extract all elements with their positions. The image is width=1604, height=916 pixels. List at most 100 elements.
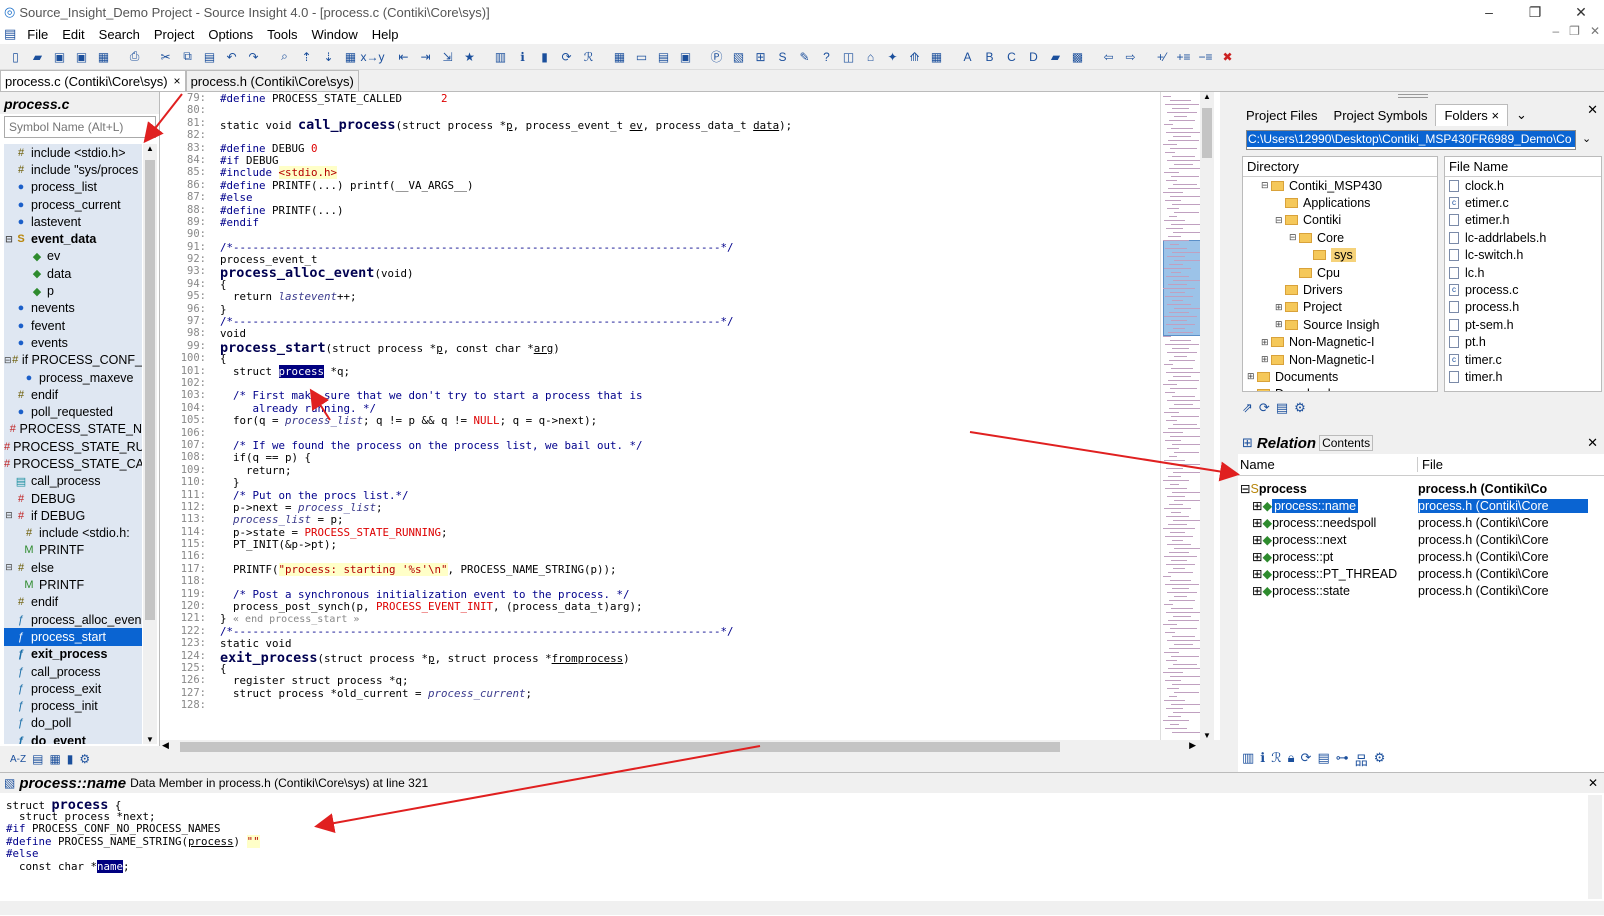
scroll-left-icon[interactable]: ◀ [162,740,169,751]
context-code[interactable]: struct process { struct process *next; #i… [6,797,260,873]
code-line[interactable]: exit_process(struct process *p, struct p… [220,650,1160,666]
code-line[interactable] [220,550,1160,562]
file-item[interactable]: process.h [1445,299,1601,316]
context-window-icon[interactable]: ▧ [729,47,748,66]
close-button[interactable]: ✕ [1558,0,1604,24]
save-icon[interactable]: ▣ [50,47,69,66]
call-graph-icon[interactable]: ⟰ [905,47,924,66]
symbol-list-item[interactable]: # include <stdio.h: [4,525,142,542]
expander-icon[interactable]: ⊟ [1240,481,1250,496]
symbol-list-item[interactable]: ● process_current [4,196,142,213]
expander-icon[interactable]: ⊞ [1275,319,1285,330]
file-item[interactable]: c process.c [1445,281,1601,298]
expander-icon[interactable]: ⊞ [1252,498,1262,513]
scroll-down-icon[interactable]: ▼ [1200,731,1214,740]
relation-icon[interactable]: ℛ [1271,750,1281,769]
code-line[interactable]: process_post_synch(p, PROCESS_EVENT_INIT… [220,600,1160,613]
relation-row[interactable]: ⊞ ◆ process::next process.h (Contiki\Core [1238,531,1604,548]
symbol-list-scrollbar[interactable]: ▲ ▼ [143,144,157,744]
code-line[interactable]: return; [220,464,1160,477]
relation-row[interactable]: ⊟ S process process.h (Contiki\Co [1238,480,1604,497]
minimize-button[interactable]: – [1466,0,1512,24]
code-line[interactable]: process_start(struct process *p, const c… [220,340,1160,356]
scrollbar-thumb[interactable] [180,742,1060,752]
code-line[interactable]: /* Put on the procs list.*/ [220,489,1160,502]
symbol-list-item[interactable]: ⊟ # if PROCESS_CONF_ [4,352,142,369]
directory-item[interactable]: ⊟ Contiki_MSP430 [1243,177,1437,194]
directory-item[interactable]: Downloads [1243,386,1437,391]
expander-icon[interactable]: ⊟ [1261,180,1271,191]
code-line[interactable]: /*--------------------------------------… [220,625,1160,638]
code-line[interactable]: already running. */ [220,402,1160,415]
list-icon[interactable]: ▤ [1276,400,1288,416]
directory-item[interactable]: sys [1243,247,1437,264]
new-file-icon[interactable]: ▯ [6,47,25,66]
close-tab-icon[interactable]: × [1491,108,1499,123]
context-code-line[interactable]: #else [6,847,260,860]
code-line[interactable]: /* First make sure that we don't try to … [220,389,1160,402]
code-line[interactable] [220,377,1160,389]
directory-item[interactable]: Cpu [1243,264,1437,281]
symbol-list-item[interactable]: ● fevent [4,317,142,334]
tree-view-icon[interactable]: 品 [1355,750,1368,769]
search-forward-icon[interactable]: ⇣ [319,47,338,66]
bookmark-next-icon[interactable]: ⇥ [416,47,435,66]
search-files-icon[interactable]: ▦ [341,47,360,66]
layout3-icon[interactable]: ▤ [654,47,673,66]
menu-edit[interactable]: Edit [55,27,91,42]
expander-icon[interactable]: ⊞ [1261,337,1271,348]
symbol-list-item[interactable]: ƒ process_init [4,698,142,715]
context-code-line[interactable]: #if PROCESS_CONF_NO_PROCESS_NAMES [6,822,260,835]
menu-tools[interactable]: Tools [260,27,304,42]
symbol-list-item[interactable]: M PRINTF [4,576,142,593]
context-code-line[interactable]: struct process *next; [6,810,260,823]
expander-icon[interactable]: ⊞ [1252,532,1262,547]
query-icon[interactable]: ? [817,47,836,66]
symbol-list-item[interactable]: ● poll_requested [4,403,142,420]
editor-vertical-scrollbar[interactable]: ▲ ▼ [1200,92,1214,740]
expander-icon[interactable]: ⊞ [1252,549,1262,564]
code-line[interactable]: } [220,476,1160,489]
code-line[interactable]: register struct process *q; [220,674,1160,687]
directory-item[interactable]: Applications [1243,194,1437,211]
symbol-list-item[interactable]: ƒ process_start [4,628,142,646]
font-d-icon[interactable]: D [1024,47,1043,66]
symbol-list-item[interactable]: ƒ call_process [4,663,142,680]
undo-icon[interactable]: ↶ [222,47,241,66]
insert-icon[interactable]: +≡ [1174,47,1193,66]
code-line[interactable]: static void call_process(struct process … [220,117,1160,133]
grid-icon[interactable]: ▦ [927,47,946,66]
layout1-icon[interactable]: ▦ [610,47,629,66]
search-backward-icon[interactable]: ⇡ [297,47,316,66]
context-code-line[interactable]: const char *name; [6,859,260,873]
symbol-list-item[interactable]: ƒ do_poll [4,715,142,732]
jump-icon[interactable]: ▥ [1242,750,1254,769]
context-code-line[interactable]: struct process { [6,797,260,813]
menu-project[interactable]: Project [147,27,201,42]
paste-icon[interactable]: ▤ [200,47,219,66]
menu-file[interactable]: File [20,27,55,42]
list-view-icon[interactable]: ▤ [1317,750,1329,769]
search-icon[interactable]: ⌕ [275,47,294,66]
delete-icon[interactable]: ✖ [1218,47,1237,66]
browse-icon[interactable]: ◫ [839,47,858,66]
symbol-list-item[interactable]: ● process_list [4,179,142,196]
folder-icon[interactable]: ▰ [1046,47,1065,66]
gear-icon[interactable]: ⚙ [79,752,90,766]
file-item[interactable]: lc-addrlabels.h [1445,229,1601,246]
scroll-down-icon[interactable]: ▼ [143,735,157,744]
symbol-search-input[interactable] [4,116,156,138]
symbol-list-item[interactable]: # DEBUG [4,490,142,507]
symbol-list-item[interactable]: ● lastevent [4,213,142,230]
tab-process-h[interactable]: process.h (Contiki\Core\sys) [185,70,359,91]
font-c-icon[interactable]: C [1002,47,1021,66]
lock-icon[interactable]: 🔒︎ [1288,750,1295,769]
print-icon[interactable]: ⎙ [125,47,144,66]
name-column-header[interactable]: Name [1238,457,1418,472]
close-panel-icon[interactable]: ✕ [1587,102,1598,118]
jump-icon[interactable]: ⇲ [438,47,457,66]
menu-window[interactable]: Window [305,27,365,42]
book-icon[interactable]: ▮ [67,752,74,766]
code-line[interactable]: #define DEBUG 0 [220,142,1160,155]
symbol-list-item[interactable]: # include <stdio.h> [4,144,142,161]
